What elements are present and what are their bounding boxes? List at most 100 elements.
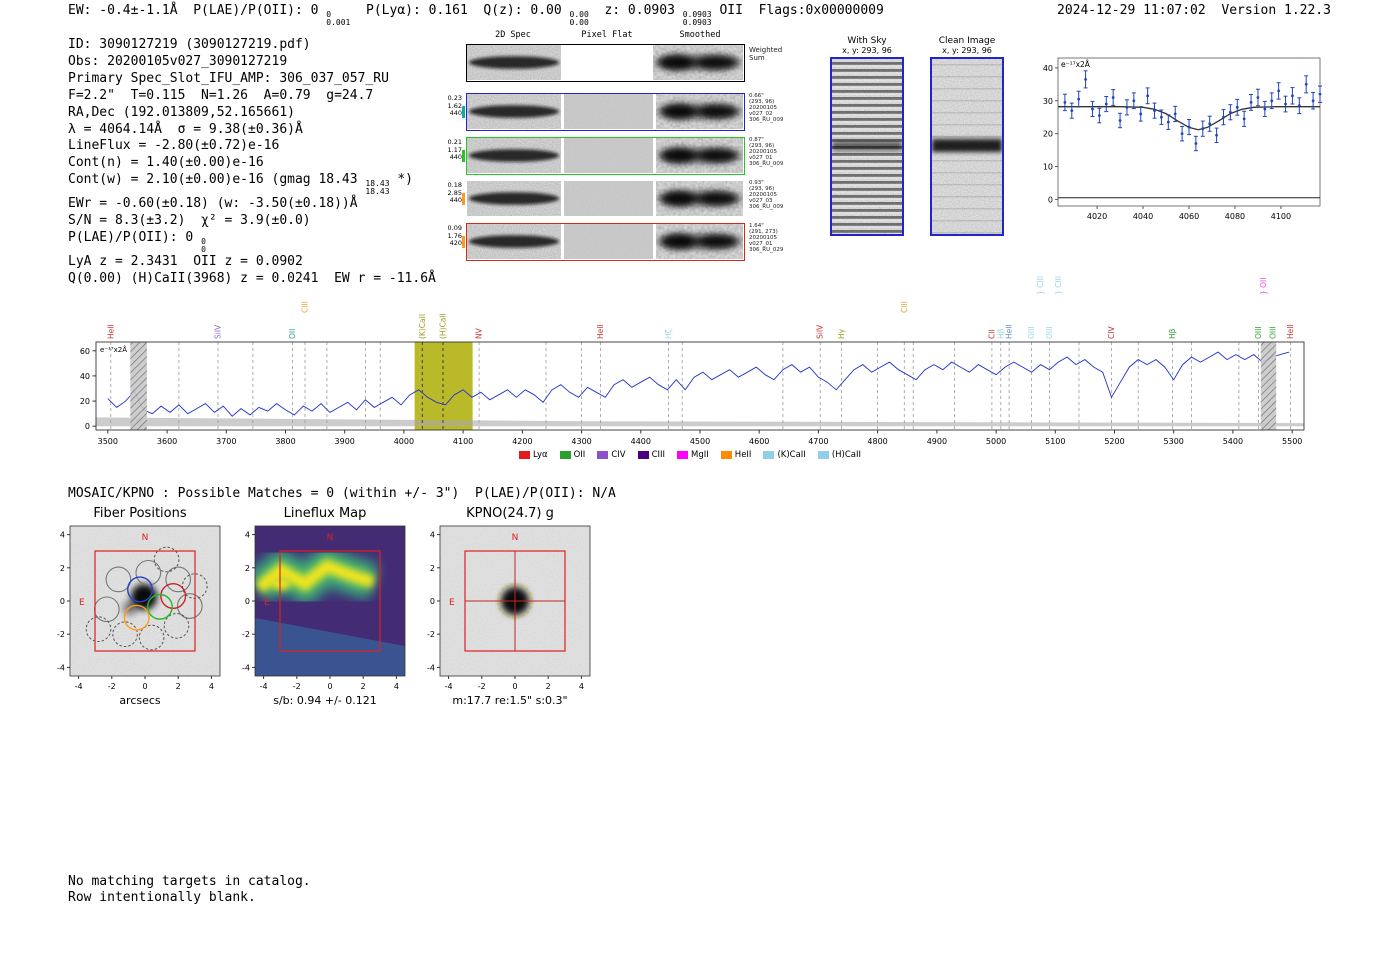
svg-text:-4: -4 [427, 663, 435, 672]
spec2d-row-left-values: 0.21 1.17 440 [447, 138, 462, 161]
cutout-plot-fiber: NE-4-4-2-2002244 [57, 525, 221, 691]
spec-strip-image [467, 138, 561, 173]
legend-item: Lyα [519, 450, 548, 460]
svg-text:4200: 4200 [512, 437, 532, 446]
text-segment: Primary Spec_Slot_IFU_AMP: 306_037_057_R… [68, 70, 389, 86]
weighted-sum-row [466, 44, 745, 82]
svg-text:4: 4 [245, 531, 250, 540]
spec2d-row [466, 93, 745, 131]
svg-text:3800: 3800 [275, 437, 295, 446]
svg-text:4100: 4100 [1271, 212, 1291, 221]
cutout-title: KPNO(24.7) g [466, 506, 554, 521]
legend-label: MgII [691, 450, 709, 460]
cutout-title: Fiber Positions [93, 506, 187, 521]
svg-text:Hβ: Hβ [1168, 328, 1177, 339]
legend-item: CIV [597, 450, 626, 460]
text-segment: EW: -0.4±-1.1Å P(LAE)/P(OII): 0 [68, 3, 327, 18]
spectrum-plot: 3500 3600 3700 3800 3900 4000 4100 4200 4300 4400… [80, 276, 1305, 446]
cutout-image: N E -4 -4 -2 -2 0 0 2 2 4 4 [410, 522, 610, 694]
cutout-image: N E -4 -4 -2 -2 0 0 2 2 4 4 [40, 522, 240, 694]
svg-text:NV: NV [475, 327, 484, 339]
svg-text:4700: 4700 [808, 437, 828, 446]
svg-text:} OII: } OII [1259, 278, 1268, 295]
svg-text:4100: 4100 [453, 437, 473, 446]
svg-text:3700: 3700 [216, 437, 236, 446]
svg-text:5400: 5400 [1223, 437, 1243, 446]
info-line: RA,Dec (192.013809,52.165661) [68, 105, 436, 122]
svg-text:5300: 5300 [1164, 437, 1184, 446]
svg-text:2: 2 [430, 564, 435, 573]
with-sky-title: With Sky [847, 36, 887, 46]
legend-swatch [519, 451, 530, 459]
smooth-strip-image [656, 138, 743, 173]
svg-text:4400: 4400 [631, 437, 651, 446]
svg-text:-4: -4 [445, 682, 453, 691]
stacked-fraction: 18.43 18.43 [365, 179, 390, 197]
fiber-color-tick [462, 193, 465, 205]
svg-text:HeII: HeII [596, 324, 605, 339]
legend-label: (H)CaII [831, 450, 861, 460]
legend-item: HeII [720, 450, 752, 460]
svg-text:4900: 4900 [927, 437, 947, 446]
info-line: LyA z = 2.3431 OII z = 0.0902 [68, 254, 436, 271]
svg-text:0: 0 [512, 682, 517, 691]
spec2d-row-right-values: 0.87" (293, 96) 20200105 v027_01 306_RU_009 [749, 137, 784, 167]
svg-text:4800: 4800 [867, 437, 887, 446]
masked-region [130, 342, 147, 430]
spec-strip-image [467, 181, 561, 216]
svg-text:-4: -4 [260, 682, 268, 691]
flat-strip-image [564, 224, 653, 259]
svg-text:-2: -2 [57, 630, 65, 639]
line-highlight-band [414, 342, 473, 430]
spec2d-row [466, 137, 745, 175]
legend-label: Lyα [533, 450, 548, 460]
svg-text:30: 30 [1043, 97, 1053, 106]
cutout-kpno-g: KPNO(24.7) g N E -4 -4 -2 -2 0 0 2 2 4 4 m:17.7 re:… [410, 506, 610, 707]
svg-text:CIII: CIII [301, 301, 310, 313]
clean-cutout-svg [932, 59, 1002, 234]
y-ticks: 0 20 40 60 [80, 347, 96, 431]
svg-text:-2: -2 [293, 682, 301, 691]
fiber-color-tick [462, 236, 465, 248]
units-note: e⁻¹⁷x2Å [100, 345, 127, 354]
svg-text:0: 0 [430, 597, 435, 606]
svg-text:-2: -2 [427, 630, 435, 639]
svg-text:0: 0 [1048, 195, 1053, 204]
compass-east-label: E [264, 598, 270, 608]
fiber-color-tick [462, 106, 465, 118]
svg-text:OIII: OIII [1269, 326, 1278, 339]
clean-image [930, 57, 1004, 236]
smooth-strip-image [656, 181, 743, 216]
spectrum-legend: Lyα OII CIV CIII MgII HeII (K)CaII (H)CaII [56, 450, 1324, 460]
svg-text:5100: 5100 [1045, 437, 1065, 446]
info-line: EWr = -0.60(±0.18) (w: -3.50(±0.18))Å [68, 196, 436, 213]
compass-north-label: N [142, 533, 149, 543]
info-block: ID: 3090127219 (3090127219.pdf) Obs: 2020… [68, 37, 436, 288]
emission-line-labels: HeII SiIV OII CIII (K)CaII (H)CaII NV HeII Hζ SiI… [106, 276, 1295, 339]
svg-text:4: 4 [394, 682, 399, 691]
cutout-content: NE [70, 526, 220, 676]
svg-text:SiIV: SiIV [816, 324, 825, 339]
legend-label: HeII [734, 450, 752, 460]
legend-item: MgII [677, 450, 709, 460]
svg-text:SiIV: SiIV [214, 324, 223, 339]
smooth-strip-image [653, 45, 743, 80]
svg-text:-4: -4 [242, 663, 250, 672]
svg-text:(K)CaII: (K)CaII [418, 314, 427, 339]
legend-label: (K)CaII [777, 450, 806, 460]
linefit-chart: 0 10 20 30 40 4020 4040 4060 4080 4100 e⁻¹⁷x2Å [1028, 44, 1340, 236]
version-label: Version 1.22.3 [1221, 3, 1331, 18]
spec2d-row-left-values: 0.09 1.76 420 [447, 224, 462, 247]
footer-notes: No matching targets in catalog. Row inte… [68, 874, 311, 906]
cutout-content: NE [440, 526, 590, 676]
info-line: S/N = 8.3(±3.2) χ² = 3.9(±0.0) [68, 213, 436, 230]
svg-text:5200: 5200 [1104, 437, 1124, 446]
svg-text:5000: 5000 [986, 437, 1006, 446]
masked-region [1260, 342, 1277, 430]
legend-item: (H)CaII [817, 450, 861, 460]
spec2d-row [466, 180, 745, 218]
smooth-strip-image [656, 224, 743, 259]
spec-strip-image [467, 224, 561, 259]
cutout-plot-kpno: NE-4-4-2-2002244 [427, 525, 591, 691]
